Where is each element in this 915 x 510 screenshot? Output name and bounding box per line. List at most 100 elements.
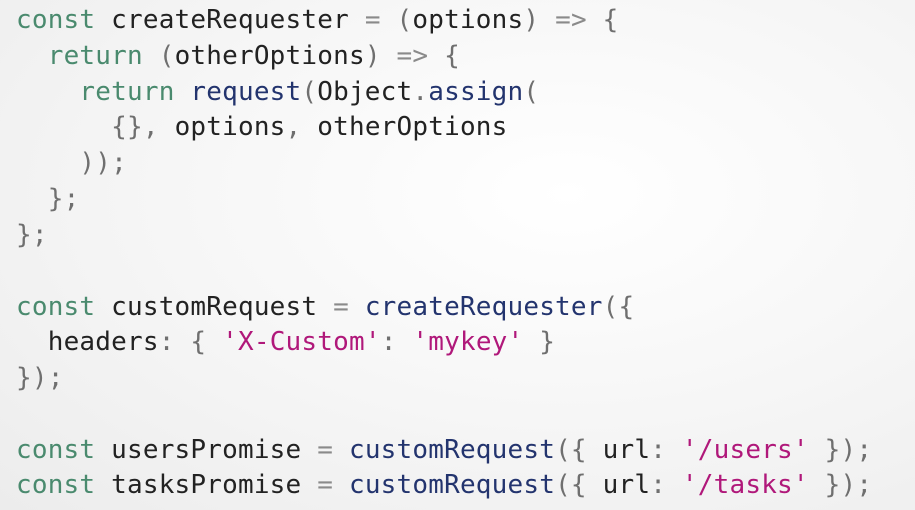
- code-punctuation: });: [824, 435, 873, 465]
- code-punctuation: :: [650, 435, 667, 465]
- code-punctuation: ): [364, 41, 381, 71]
- code-punctuation: (: [301, 77, 318, 107]
- code-keyword: const: [16, 292, 96, 322]
- code-punctuation: :: [380, 327, 397, 357]
- code-function-name: assign: [428, 77, 524, 107]
- code-line-5: ));: [16, 145, 127, 181]
- code-identifier: url: [602, 435, 651, 465]
- code-keyword: return: [47, 41, 143, 71]
- code-punctuation: (: [523, 77, 540, 107]
- code-line-9: const customRequest = createRequester({: [16, 289, 634, 325]
- code-punctuation: ({: [602, 292, 635, 322]
- code-line-3: return request(Object.assign(: [16, 74, 539, 110]
- code-function-name: request: [190, 77, 302, 107]
- code-operator: =: [317, 470, 334, 500]
- code-punctuation: .: [412, 77, 429, 107]
- code-keyword: const: [16, 5, 96, 35]
- code-line-6: };: [16, 181, 80, 217]
- code-operator: =>: [396, 41, 429, 71]
- code-punctuation: :: [158, 327, 175, 357]
- code-line-14: const tasksPromise = customRequest({ url…: [16, 467, 872, 503]
- code-punctuation: ,: [142, 112, 159, 142]
- code-line-11: });: [16, 360, 64, 396]
- code-function-name: customRequest: [348, 470, 556, 500]
- code-punctuation: :: [650, 470, 667, 500]
- code-punctuation: ): [523, 5, 540, 35]
- code-identifier: options: [412, 5, 524, 35]
- code-punctuation: {: [602, 5, 619, 35]
- code-line-7: };: [16, 217, 48, 253]
- code-function-name: customRequest: [348, 435, 556, 465]
- code-identifier: options: [174, 112, 286, 142]
- code-keyword: const: [16, 470, 96, 500]
- code-string: '/users': [681, 435, 809, 465]
- code-string: 'X-Custom': [222, 327, 381, 357]
- code-string: 'mykey': [412, 327, 524, 357]
- code-punctuation: };: [16, 220, 48, 250]
- code-punctuation: (: [396, 5, 413, 35]
- code-identifier: Object: [317, 77, 413, 107]
- code-keyword: return: [79, 77, 175, 107]
- code-punctuation: }: [539, 327, 556, 357]
- code-punctuation: (: [158, 41, 175, 71]
- code-punctuation: ({: [555, 470, 587, 500]
- code-identifier: otherOptions: [317, 112, 508, 142]
- code-operator: =: [333, 292, 349, 322]
- code-punctuation: ,: [285, 112, 302, 142]
- code-punctuation: ({: [555, 435, 587, 465]
- code-punctuation: {: [190, 327, 207, 357]
- code-line-2: return (otherOptions) => {: [16, 38, 460, 74]
- code-operator: =: [317, 435, 334, 465]
- code-identifier: customRequest: [111, 292, 318, 322]
- code-operator: =>: [555, 5, 587, 35]
- code-line-1: const createRequester = (options) => {: [16, 2, 619, 38]
- code-string: '/tasks': [681, 470, 809, 500]
- code-punctuation: });: [16, 363, 64, 393]
- code-identifier: headers: [47, 327, 159, 357]
- code-identifier: usersPromise: [111, 435, 302, 465]
- code-line-10: headers: { 'X-Custom': 'mykey' }: [16, 324, 555, 360]
- code-identifier: otherOptions: [174, 41, 365, 71]
- code-line-4: {}, options, otherOptions: [16, 109, 508, 145]
- code-block: const createRequester = (options) => { r…: [0, 0, 915, 510]
- code-operator: =: [364, 5, 381, 35]
- code-line-13: const usersPromise = customRequest({ url…: [16, 432, 872, 468]
- code-keyword: const: [16, 435, 96, 465]
- code-punctuation: ));: [79, 148, 127, 178]
- code-identifier: url: [602, 470, 651, 500]
- code-punctuation: {: [444, 41, 460, 71]
